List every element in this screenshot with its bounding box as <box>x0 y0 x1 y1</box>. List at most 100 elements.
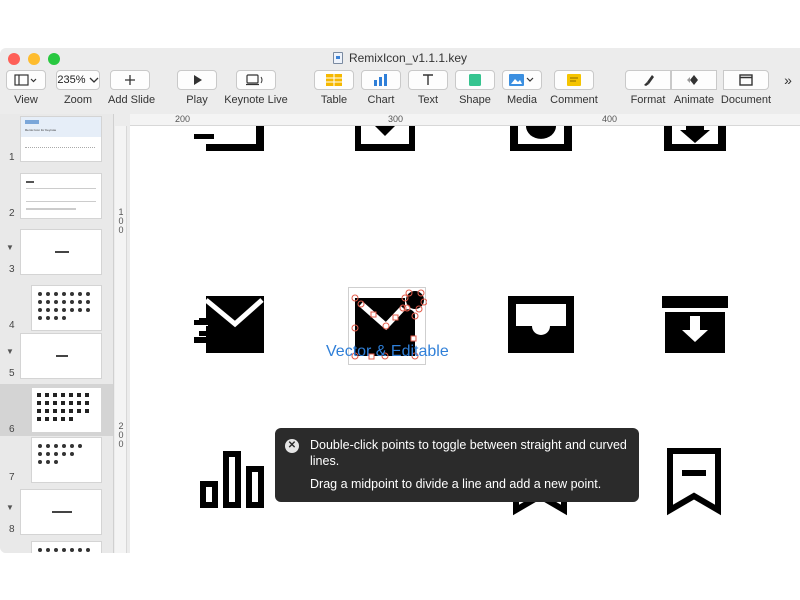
close-window-button[interactable] <box>8 53 20 65</box>
slide-thumbnail-row[interactable]: 7 <box>0 434 113 484</box>
zoom-label: Zoom <box>63 94 93 106</box>
play-control[interactable]: Play <box>177 70 217 106</box>
text-label: Text <box>417 94 439 106</box>
comment-button[interactable] <box>554 70 594 90</box>
ruler-mark: 2 0 0 <box>118 421 124 449</box>
table-button[interactable] <box>314 70 354 90</box>
shape-control[interactable]: Shape <box>455 70 495 106</box>
title-bar: RemixIcon_v1.1.1.key <box>0 48 800 68</box>
view-button[interactable] <box>6 70 46 90</box>
zoom-select[interactable]: 235% <box>56 70 100 90</box>
animate-control[interactable]: Animate <box>671 70 717 106</box>
slide-thumbnail[interactable] <box>31 541 102 553</box>
slide-canvas[interactable]: Vector & Editable ✕ Double-click points … <box>130 126 800 553</box>
slide-thumbnail[interactable] <box>31 437 102 483</box>
archive-fill-icon[interactable] <box>662 126 728 152</box>
zoom-window-button[interactable] <box>48 53 60 65</box>
document-control[interactable]: Document <box>717 70 775 106</box>
mail-send-fill-icon[interactable] <box>194 296 266 354</box>
slide-heading <box>26 181 34 183</box>
zoom-value: 235% <box>57 74 86 86</box>
format-button[interactable] <box>625 70 671 90</box>
paintbrush-icon <box>644 75 654 86</box>
media-control[interactable]: Media <box>502 70 542 106</box>
bar-chart-line-icon[interactable] <box>200 449 266 509</box>
text-control[interactable]: Text <box>408 70 448 106</box>
shape-label: Shape <box>459 94 491 106</box>
slide-thumbnail[interactable] <box>20 489 102 535</box>
slide-thumbnail-row[interactable]: ▼ 8 <box>0 486 113 536</box>
slide-thumbnail-row[interactable] <box>0 538 113 553</box>
animate-button[interactable] <box>671 70 717 90</box>
slide-thumbnail[interactable] <box>31 285 102 331</box>
keynote-live-button[interactable] <box>236 70 276 90</box>
icon-grid-preview <box>38 548 90 552</box>
slide-thumbnail[interactable] <box>20 333 102 379</box>
slide-text-line <box>26 208 76 210</box>
slide-thumbnail-row[interactable]: 2 <box>0 170 113 220</box>
media-button[interactable] <box>502 70 542 90</box>
slide-thumbnail-row[interactable]: 4 <box>0 282 113 332</box>
inbox-fill-icon[interactable] <box>508 126 574 152</box>
format-control[interactable]: Format <box>625 70 671 106</box>
edit-points-tooltip: ✕ Double-click points to toggle between … <box>275 428 639 502</box>
bookmark-remove-line-icon[interactable] <box>667 448 721 516</box>
media-label: Media <box>507 94 537 106</box>
inbox-fill-icon[interactable] <box>508 296 574 354</box>
disclosure-triangle-icon[interactable]: ▼ <box>6 503 14 512</box>
shape-button[interactable] <box>455 70 495 90</box>
archive-fill-icon[interactable] <box>662 296 728 354</box>
animate-diamond-icon <box>687 75 698 85</box>
text-button[interactable] <box>408 70 448 90</box>
tooltip-line-2: Drag a midpoint to divide a line and add… <box>310 477 602 491</box>
slide-thumbnail-row[interactable]: Remix Icon for Keynote 1 <box>0 114 113 164</box>
slide-thumbnail-row[interactable]: ▼ 3 <box>0 226 113 276</box>
chart-button[interactable] <box>361 70 401 90</box>
view-control[interactable]: View <box>6 70 46 106</box>
play-button[interactable] <box>177 70 217 90</box>
close-icon[interactable]: ✕ <box>285 439 299 453</box>
slide-thumbnail[interactable] <box>20 173 102 219</box>
comment-control[interactable]: Comment <box>548 70 600 106</box>
slide-logo <box>25 120 39 124</box>
document-panel-icon <box>739 74 753 86</box>
add-slide-control[interactable]: Add Slide <box>108 70 156 106</box>
add-slide-label: Add Slide <box>108 94 156 106</box>
add-slide-button[interactable] <box>110 70 150 90</box>
horizontal-ruler[interactable]: 200 300 400 <box>130 114 800 126</box>
minimize-window-button[interactable] <box>28 53 40 65</box>
vertical-ruler[interactable]: 1 0 0 2 0 0 <box>115 126 127 553</box>
zoom-control[interactable]: 235% Zoom <box>56 70 100 106</box>
table-icon <box>326 74 342 86</box>
disclosure-triangle-icon[interactable]: ▼ <box>6 243 14 252</box>
tooltip-line-1: Double-click points to toggle between st… <box>310 438 627 468</box>
slide-section-title <box>55 251 69 253</box>
icon-grid-preview <box>38 444 82 464</box>
slide-number: 3 <box>9 264 15 275</box>
slide-number: 2 <box>9 208 15 219</box>
slide-thumbnail-row-selected[interactable]: 6 <box>0 384 113 436</box>
slide-thumbnail[interactable] <box>31 387 102 433</box>
disclosure-triangle-icon[interactable]: ▼ <box>6 347 14 356</box>
chart-label: Chart <box>367 94 395 106</box>
table-control[interactable]: Table <box>314 70 354 106</box>
vector-editable-caption[interactable]: Vector & Editable <box>326 343 449 361</box>
format-label: Format <box>630 94 666 106</box>
document-button[interactable] <box>723 70 769 90</box>
slide-section-title <box>52 511 72 513</box>
view-label: View <box>14 94 38 106</box>
chart-control[interactable]: Chart <box>361 70 401 106</box>
chevron-down-icon <box>89 77 99 83</box>
slide-thumbnail-row[interactable]: ▼ 5 <box>0 330 113 380</box>
ruler-mark: 300 <box>388 114 404 124</box>
slide-number: 5 <box>9 368 15 379</box>
mail-edit-fill-icon[interactable] <box>353 126 419 152</box>
more-toolbar-button[interactable]: » <box>780 72 796 88</box>
ruler-mark: 400 <box>602 114 618 124</box>
slide-thumbnail[interactable]: Remix Icon for Keynote <box>20 116 102 162</box>
keynote-live-control[interactable]: Keynote Live <box>224 70 288 106</box>
slide-thumbnail[interactable] <box>20 229 102 275</box>
slide-navigator: Remix Icon for Keynote 1 2 ▼ 3 4 ▼ 5 6 7… <box>0 114 114 553</box>
keynote-window: RemixIcon_v1.1.1.key View 235% Zoom Add … <box>0 48 800 553</box>
mail-send-fill-icon[interactable] <box>194 126 266 152</box>
